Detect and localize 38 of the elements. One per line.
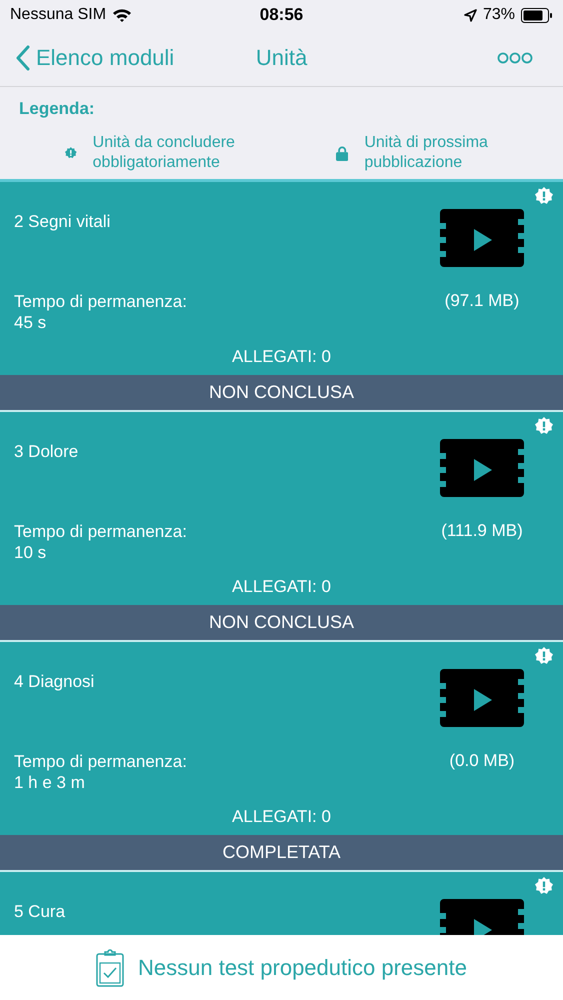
file-size: (111.9 MB) [440,521,524,542]
lock-icon [336,144,348,162]
attachments-count: ALLEGATI: 0 [232,807,331,826]
clipboard-check-icon [96,948,124,986]
wifi-icon [112,8,132,22]
legend-title: Legenda: [19,99,96,119]
file-size: (97.1 MB) [444,291,520,312]
attachments-count: ALLEGATI: 0 [232,347,331,366]
file-size: (0.0 MB) [448,751,516,772]
time-label: Tempo di permanenza: [14,751,187,772]
time-label: Tempo di permanenza: [14,291,187,312]
unit-status-bar: NON CONCLUSA [0,375,563,410]
unit-card[interactable]: 2 Segni vitali Tempo di permanenza: 45 s (97.1 MB) ALLEGATI: 0 NON CONCLUSA [0,182,563,412]
battery-icon [521,8,553,22]
time-value: 45 s [14,312,48,333]
carrier-name: Nessuna SIM [10,6,106,24]
time-value: 1 h e 3 m [14,772,86,793]
location-arrow-icon [464,8,477,22]
chevron-left-icon [16,45,30,71]
more-icon[interactable] [497,52,533,64]
unit-status-bar: NON CONCLUSA [0,605,563,640]
unit-title: 4 Diagnosi [14,672,94,692]
unit-card[interactable]: 4 Diagnosi Tempo di permanenza: 1 h e 3 m (0.0 MB) ALLEGATI: 0 COMPLETATA [0,642,563,872]
attachments-count: ALLEGATI: 0 [232,577,331,596]
prerequisite-test-message: Nessun test propedutico presente [138,954,467,980]
legend-label: Unità da concludere obbligatoriamente [92,133,236,173]
battery-percentage: 73% [482,6,515,24]
exclamation-badge-icon [65,145,77,161]
unit-title: 2 Segni vitali [14,212,110,232]
unit-title: 5 Cura [14,902,66,922]
unit-card[interactable]: 3 Dolore Tempo di permanenza: 10 s (111.9 MB) ALLEGATI: 0 NON CONCLUSA [0,412,563,642]
legend-label: Unità di prossima pubblicazione [364,133,489,173]
unit-title: 3 Dolore [14,442,78,462]
time-value: 10 s [14,542,48,563]
unit-status-bar: COMPLETATA [0,835,563,870]
time-label: Tempo di permanenza: [14,521,187,542]
screen-title: Unità [256,45,308,71]
clock-time: 08:56 [260,5,304,25]
